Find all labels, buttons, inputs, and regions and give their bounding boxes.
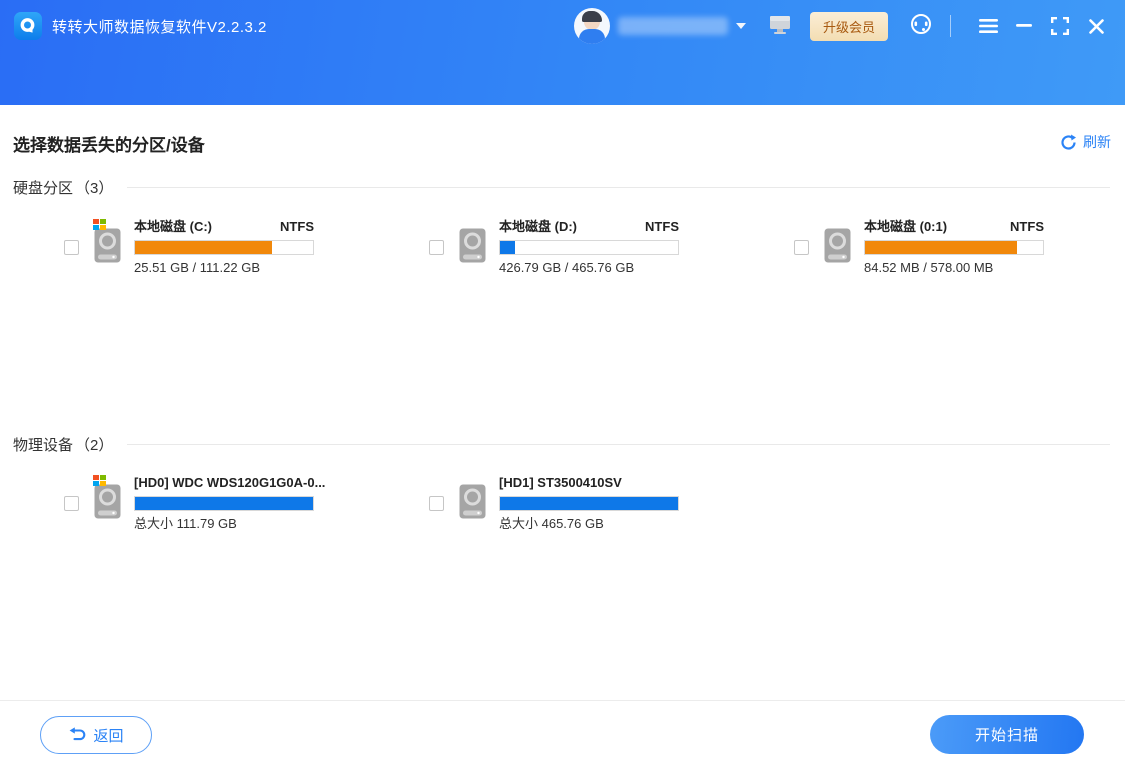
minimize-button[interactable]	[1009, 11, 1039, 41]
hard-drive-icon	[94, 484, 121, 524]
usage-bar	[499, 496, 679, 511]
avatar-body	[579, 29, 605, 44]
disk-info: 本地磁盘 (0:1) NTFS 84.52 MB / 578.00 MB	[864, 220, 1044, 275]
section-header-partitions: 硬盘分区 （3）	[13, 177, 1110, 198]
device-card-hd1[interactable]: [HD1] ST3500410SV 总大小 465.76 GB	[429, 476, 794, 531]
windows-logo-icon	[93, 475, 106, 487]
titlebar: 转转大师数据恢复软件V2.2.3.2 升级会员	[0, 0, 1125, 105]
usage-bar-fill	[135, 497, 313, 510]
disk-size: 84.52 MB / 578.00 MB	[864, 260, 1044, 275]
partition-checkbox[interactable]	[794, 240, 809, 255]
monitor-icon[interactable]	[768, 13, 792, 40]
back-arrow-icon	[68, 727, 86, 743]
section-label: 硬盘分区	[13, 177, 73, 198]
footer-bar: 返回 开始扫描	[0, 700, 1125, 769]
device-size: 总大小 465.76 GB	[499, 516, 679, 531]
partition-card-c[interactable]: 本地磁盘 (C:) NTFS 25.51 GB / 111.22 GB	[64, 220, 429, 275]
usage-bar	[134, 240, 314, 255]
device-card-hd0[interactable]: [HD0] WDC WDS120G1G0A-0... 总大小 111.79 GB	[64, 476, 429, 531]
titlebar-divider	[950, 15, 951, 37]
disk-size: 426.79 GB / 465.76 GB	[499, 260, 679, 275]
disk-name: 本地磁盘 (0:1)	[864, 220, 947, 234]
refresh-button[interactable]: 刷新	[1060, 132, 1111, 152]
section-divider-line	[127, 444, 1110, 445]
usage-bar	[134, 496, 314, 511]
partition-checkbox[interactable]	[429, 240, 444, 255]
menu-button[interactable]	[973, 11, 1003, 41]
customer-service-icon[interactable]	[908, 11, 934, 42]
section-label: 物理设备	[13, 434, 73, 455]
device-size: 总大小 111.79 GB	[134, 516, 314, 531]
partition-checkbox[interactable]	[64, 240, 79, 255]
disk-name: 本地磁盘 (D:)	[499, 220, 577, 234]
disk-filesystem: NTFS	[280, 220, 314, 234]
disk-filesystem: NTFS	[645, 220, 679, 234]
refresh-label: 刷新	[1083, 132, 1111, 152]
disk-name: 本地磁盘 (C:)	[134, 220, 212, 234]
partition-card-d[interactable]: 本地磁盘 (D:) NTFS 426.79 GB / 465.76 GB	[429, 220, 794, 275]
section-count: （2）	[75, 434, 113, 455]
disk-filesystem: NTFS	[1010, 220, 1044, 234]
maximize-button[interactable]	[1045, 11, 1075, 41]
avatar-hair	[582, 11, 602, 22]
devices-row: [HD0] WDC WDS120G1G0A-0... 总大小 111.79 GB…	[64, 476, 794, 531]
titlebar-row: 转转大师数据恢复软件V2.2.3.2 升级会员	[0, 0, 1125, 52]
close-button[interactable]	[1081, 11, 1111, 41]
user-avatar[interactable]	[574, 8, 610, 44]
device-name: [HD0] WDC WDS120G1G0A-0...	[134, 476, 325, 490]
usage-bar-fill	[500, 497, 678, 510]
hard-drive-icon	[94, 228, 121, 268]
section-count: （3）	[75, 177, 113, 198]
disk-size: 25.51 GB / 111.22 GB	[134, 260, 314, 275]
device-checkbox[interactable]	[429, 496, 444, 511]
usage-bar-fill	[865, 241, 1017, 254]
partition-card-01[interactable]: 本地磁盘 (0:1) NTFS 84.52 MB / 578.00 MB	[794, 220, 1125, 275]
usage-bar-fill	[500, 241, 515, 254]
app-title: 转转大师数据恢复软件V2.2.3.2	[52, 16, 267, 37]
disk-info: 本地磁盘 (C:) NTFS 25.51 GB / 111.22 GB	[134, 220, 314, 275]
back-button[interactable]: 返回	[40, 716, 152, 754]
usage-bar	[499, 240, 679, 255]
section-divider-line	[127, 187, 1110, 188]
partitions-row: 本地磁盘 (C:) NTFS 25.51 GB / 111.22 GB 本地磁盘…	[64, 220, 1125, 275]
section-header-devices: 物理设备 （2）	[13, 434, 1110, 455]
disk-info: [HD1] ST3500410SV 总大小 465.76 GB	[499, 476, 679, 531]
disk-info: 本地磁盘 (D:) NTFS 426.79 GB / 465.76 GB	[499, 220, 679, 275]
start-scan-button[interactable]: 开始扫描	[930, 715, 1084, 754]
chevron-down-icon[interactable]	[736, 23, 746, 29]
back-label: 返回	[93, 725, 123, 746]
device-name: [HD1] ST3500410SV	[499, 476, 622, 490]
hard-drive-icon	[459, 484, 486, 524]
windows-logo-icon	[93, 219, 106, 231]
titlebar-right: 升级会员	[574, 8, 1111, 44]
username-blurred	[618, 17, 728, 35]
usage-bar	[864, 240, 1044, 255]
device-checkbox[interactable]	[64, 496, 79, 511]
upgrade-member-button[interactable]: 升级会员	[810, 12, 888, 41]
app-logo-icon	[14, 12, 42, 40]
refresh-icon	[1060, 134, 1077, 151]
hard-drive-icon	[459, 228, 486, 268]
page-title: 选择数据丢失的分区/设备	[13, 131, 205, 156]
hard-drive-icon	[824, 228, 851, 268]
disk-info: [HD0] WDC WDS120G1G0A-0... 总大小 111.79 GB	[134, 476, 314, 531]
usage-bar-fill	[135, 241, 272, 254]
